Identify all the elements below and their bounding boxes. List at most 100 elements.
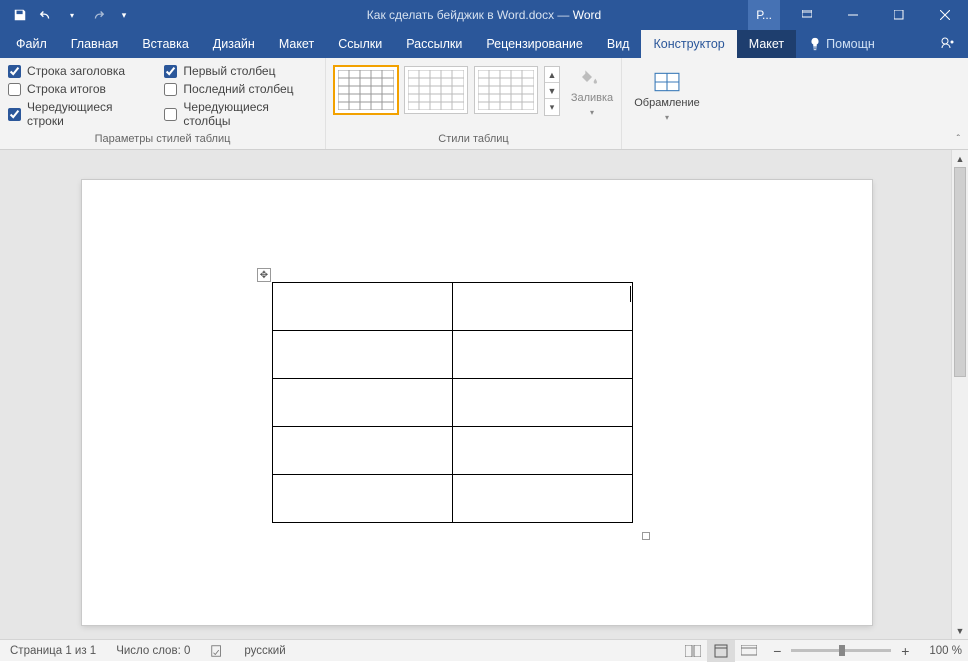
table-cell[interactable] — [453, 475, 633, 523]
table-row[interactable] — [273, 379, 633, 427]
scroll-thumb[interactable] — [954, 167, 966, 377]
print-layout-icon — [714, 644, 728, 658]
view-print-layout[interactable] — [707, 640, 735, 662]
table-resize-handle[interactable] — [642, 532, 650, 540]
view-read-mode[interactable] — [679, 640, 707, 662]
table-move-handle[interactable]: ✥ — [257, 268, 271, 282]
app-name: Word — [573, 8, 601, 22]
status-page[interactable]: Страница 1 из 1 — [0, 640, 106, 661]
tab-mailings[interactable]: Рассылки — [394, 30, 474, 58]
borders-button[interactable]: Обрамление ▾ — [630, 62, 704, 131]
check-banded-columns[interactable]: Чередующиеся столбцы — [164, 100, 317, 128]
scroll-down-button[interactable]: ▼ — [952, 622, 968, 639]
tab-review[interactable]: Рецензирование — [474, 30, 595, 58]
grid-preview-icon — [338, 70, 394, 110]
table-cell[interactable] — [273, 427, 453, 475]
undo-icon — [39, 8, 53, 22]
tab-view[interactable]: Вид — [595, 30, 642, 58]
redo-button[interactable] — [86, 3, 110, 27]
check-header-row[interactable]: Строка заголовка — [8, 64, 150, 78]
collapse-ribbon-button[interactable]: ˆ — [957, 134, 960, 145]
share-button[interactable] — [928, 30, 968, 58]
document-table[interactable] — [272, 282, 633, 523]
table-row[interactable] — [273, 331, 633, 379]
text-cursor — [630, 286, 631, 302]
maximize-icon — [894, 10, 904, 20]
view-web-layout[interactable] — [735, 640, 763, 662]
tab-table-layout[interactable]: Макет — [737, 30, 796, 58]
table-cell[interactable] — [273, 475, 453, 523]
table-style-thumb-3[interactable] — [474, 66, 538, 114]
minimize-button[interactable] — [830, 0, 876, 30]
lightbulb-icon — [808, 37, 822, 51]
ribbon-display-options[interactable] — [784, 0, 830, 30]
ribbon-options-icon — [802, 10, 812, 20]
table-row[interactable] — [273, 283, 633, 331]
gallery-down-button[interactable]: ▼ — [545, 83, 559, 99]
table-style-thumb-2[interactable] — [404, 66, 468, 114]
paint-bucket-icon — [578, 66, 606, 88]
gallery-up-button[interactable]: ▲ — [545, 67, 559, 83]
group-label-table-styles: Стили таблиц — [326, 131, 621, 149]
status-proofing[interactable] — [200, 640, 234, 661]
save-button[interactable] — [8, 3, 32, 27]
customize-qat-button[interactable]: ▾ — [112, 3, 136, 27]
status-bar: Страница 1 из 1 Число слов: 0 русский − … — [0, 639, 968, 661]
tab-table-design[interactable]: Конструктор — [641, 30, 736, 58]
share-icon — [940, 36, 956, 52]
table-cell[interactable] — [453, 379, 633, 427]
tab-insert[interactable]: Вставка — [130, 30, 200, 58]
close-button[interactable] — [922, 0, 968, 30]
document-title: Как сделать бейджик в Word.docx — [367, 8, 554, 22]
tab-home[interactable]: Главная — [59, 30, 131, 58]
table-cell[interactable] — [453, 331, 633, 379]
check-last-column[interactable]: Последний столбец — [164, 82, 317, 96]
shading-button[interactable]: Заливка ▾ — [566, 66, 618, 117]
zoom-slider-thumb[interactable] — [839, 645, 845, 656]
redo-icon — [91, 8, 105, 22]
table-cell[interactable] — [453, 427, 633, 475]
table-cell[interactable] — [273, 283, 453, 331]
grid-preview-icon — [478, 70, 534, 110]
check-first-column[interactable]: Первый столбец — [164, 64, 317, 78]
vertical-scrollbar[interactable]: ▲ ▼ — [951, 150, 968, 639]
maximize-button[interactable] — [876, 0, 922, 30]
undo-button[interactable] — [34, 3, 58, 27]
chevron-down-icon: ▾ — [665, 113, 669, 122]
web-layout-icon — [741, 645, 757, 657]
gallery-scroll: ▲ ▼ ▾ — [544, 66, 560, 116]
table-cell[interactable] — [273, 379, 453, 427]
ribbon: Строка заголовка Строка итогов Чередующи… — [0, 58, 968, 150]
tab-design[interactable]: Дизайн — [201, 30, 267, 58]
zoom-level[interactable]: 100 % — [919, 640, 968, 661]
group-table-styles: ▲ ▼ ▾ Заливка ▾ Стили таблиц — [326, 58, 622, 149]
tab-file[interactable]: Файл — [4, 30, 59, 58]
minimize-icon — [848, 10, 858, 20]
page[interactable]: ✥ — [82, 180, 872, 625]
gallery-more-button[interactable]: ▾ — [545, 99, 559, 115]
undo-dropdown[interactable]: ▾ — [60, 3, 84, 27]
table-row[interactable] — [273, 475, 633, 523]
check-total-row[interactable]: Строка итогов — [8, 82, 150, 96]
status-language[interactable]: русский — [234, 640, 295, 661]
check-banded-rows[interactable]: Чередующиеся строки — [8, 100, 150, 128]
account-button[interactable]: Р... — [748, 0, 780, 30]
status-word-count[interactable]: Число слов: 0 — [106, 640, 200, 661]
ribbon-tabs: Файл Главная Вставка Дизайн Макет Ссылки… — [0, 30, 968, 58]
table-style-thumb-1[interactable] — [334, 66, 398, 114]
borders-icon — [653, 71, 681, 93]
tell-me-search[interactable]: Помощн — [796, 30, 887, 58]
table-cell[interactable] — [273, 331, 453, 379]
zoom-out-button[interactable]: − — [769, 643, 785, 659]
zoom-in-button[interactable]: + — [897, 643, 913, 659]
save-icon — [13, 8, 27, 22]
tab-layout[interactable]: Макет — [267, 30, 326, 58]
table-row[interactable] — [273, 427, 633, 475]
scroll-up-button[interactable]: ▲ — [952, 150, 968, 167]
table-styles-gallery: ▲ ▼ ▾ Заливка ▾ — [334, 62, 618, 131]
grid-preview-icon — [408, 70, 464, 110]
group-label-style-options: Параметры стилей таблиц — [0, 131, 325, 149]
zoom-slider-track[interactable] — [791, 649, 891, 652]
table-cell[interactable] — [453, 283, 633, 331]
tab-references[interactable]: Ссылки — [326, 30, 394, 58]
